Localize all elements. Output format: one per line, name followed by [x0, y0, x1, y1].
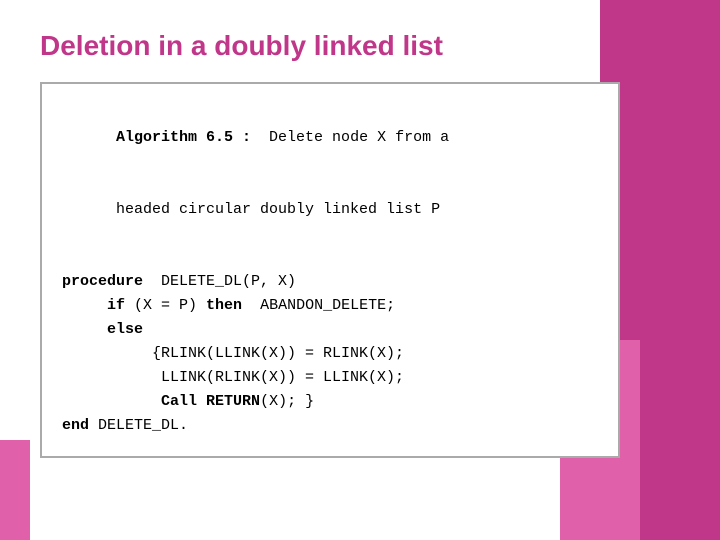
algorithm-header-line2: headed circular doubly linked list P: [62, 174, 598, 246]
code-line-call: Call RETURN(X); }: [62, 390, 598, 414]
page-title: Deletion in a doubly linked list: [40, 30, 680, 62]
code-line-if: if (X = P) then ABANDON_DELETE;: [62, 294, 598, 318]
empty-line: [62, 246, 598, 270]
algorithm-label: Algorithm 6.5 :: [116, 129, 251, 146]
algorithm-box: Algorithm 6.5 : Delete node X from a hea…: [40, 82, 620, 458]
code-line-end: end DELETE_DL.: [62, 414, 598, 438]
code-line-else: else: [62, 318, 598, 342]
algorithm-header-line1: Algorithm 6.5 : Delete node X from a: [62, 102, 598, 174]
code-line-llink: LLINK(RLINK(X)) = LLINK(X);: [62, 366, 598, 390]
code-line-procedure: procedure DELETE_DL(P, X): [62, 270, 598, 294]
code-line-rlink: {RLINK(LLINK(X)) = RLINK(X);: [62, 342, 598, 366]
